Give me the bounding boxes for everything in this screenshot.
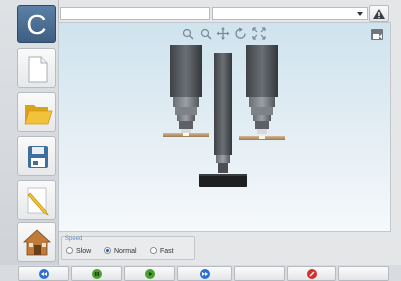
fast-forward-button[interactable] bbox=[177, 266, 232, 281]
radio-normal[interactable] bbox=[104, 247, 111, 254]
open-folder-button[interactable] bbox=[17, 92, 56, 132]
new-document-button[interactable] bbox=[17, 48, 56, 88]
save-button[interactable] bbox=[17, 136, 56, 176]
stop-button[interactable] bbox=[287, 266, 336, 281]
text-field[interactable] bbox=[60, 7, 210, 20]
rewind-button[interactable] bbox=[18, 266, 69, 281]
zoom-area-icon[interactable] bbox=[182, 28, 194, 40]
speed-option-fast[interactable]: Fast bbox=[150, 247, 174, 255]
rotate-icon[interactable] bbox=[235, 27, 246, 39]
warning-button[interactable] bbox=[369, 5, 389, 22]
logo-letter: C bbox=[26, 9, 47, 40]
pause-button[interactable] bbox=[71, 266, 122, 281]
dropdown-select[interactable] bbox=[212, 7, 368, 20]
empty-button-2[interactable] bbox=[338, 266, 389, 281]
pencil-icon bbox=[27, 187, 49, 216]
house-icon bbox=[22, 229, 52, 256]
play-button[interactable] bbox=[124, 266, 175, 281]
radio-fast[interactable] bbox=[150, 247, 157, 254]
speed-option-normal[interactable]: Normal bbox=[104, 247, 137, 255]
rewind-icon bbox=[38, 269, 49, 279]
center-tool bbox=[199, 53, 247, 187]
speed-legend: Speed bbox=[65, 236, 83, 242]
fast-forward-icon bbox=[199, 269, 210, 279]
edit-button[interactable] bbox=[17, 180, 56, 220]
top-bar bbox=[58, 4, 401, 24]
new-file-icon bbox=[28, 56, 48, 83]
chevron-down-icon bbox=[357, 12, 363, 16]
zoom-icon[interactable] bbox=[200, 28, 212, 40]
floppy-disk-icon bbox=[28, 146, 48, 168]
pause-icon bbox=[91, 269, 102, 279]
empty-button-1[interactable] bbox=[234, 266, 285, 281]
speed-group: Speed Slow Normal Fast bbox=[61, 236, 195, 260]
left-spindle-head bbox=[163, 45, 209, 137]
bottom-toolbar bbox=[0, 265, 401, 281]
no-entry-icon bbox=[306, 269, 317, 279]
camera-view-icon bbox=[373, 34, 382, 39]
machine-model bbox=[163, 45, 285, 187]
app-logo[interactable]: C bbox=[17, 5, 56, 43]
3d-viewport[interactable] bbox=[58, 22, 391, 232]
camera-view-button[interactable] bbox=[371, 29, 383, 40]
fit-screen-icon[interactable] bbox=[252, 27, 266, 40]
right-spindle-head bbox=[239, 45, 285, 140]
speed-option-slow[interactable]: Slow bbox=[66, 247, 91, 255]
sidebar: C bbox=[0, 0, 59, 265]
warning-triangle-icon bbox=[373, 9, 385, 19]
home-button[interactable] bbox=[17, 222, 56, 262]
pan-icon[interactable] bbox=[216, 27, 230, 40]
folder-icon bbox=[24, 105, 53, 125]
view-toolbar bbox=[182, 27, 266, 40]
play-icon bbox=[144, 269, 155, 279]
radio-slow[interactable] bbox=[66, 247, 73, 254]
